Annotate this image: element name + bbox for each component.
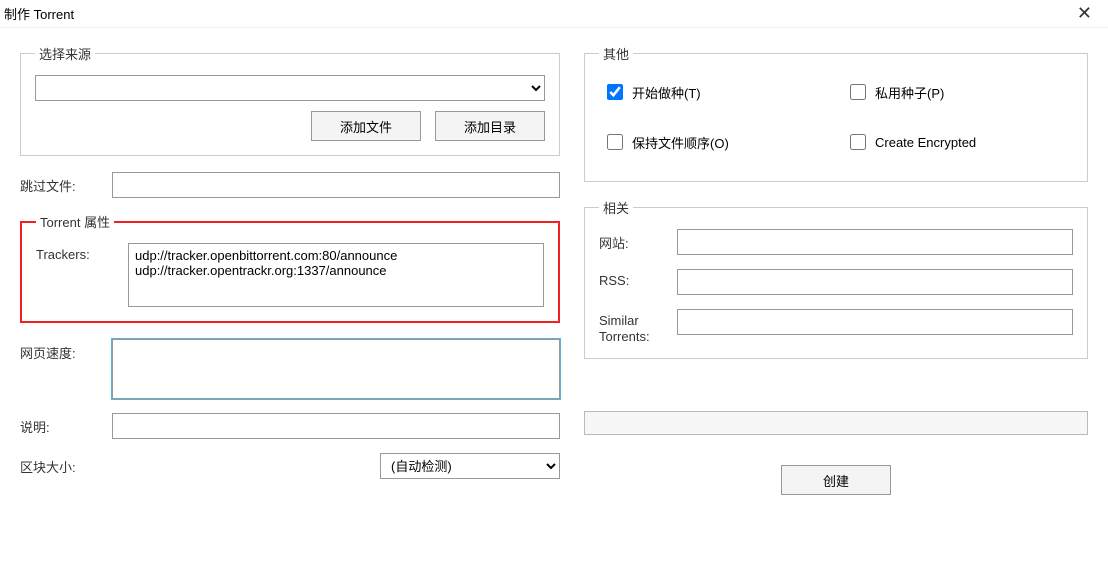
preserve-order-label: 保持文件顺序(O)	[632, 133, 729, 152]
source-legend: 选择来源	[35, 44, 95, 63]
create-encrypted-checkbox-row[interactable]: Create Encrypted	[846, 131, 1069, 153]
rss-label: RSS:	[599, 269, 667, 288]
add-file-button[interactable]: 添加文件	[311, 111, 421, 141]
webspeed-textarea[interactable]	[112, 339, 560, 399]
add-directory-button[interactable]: 添加目录	[435, 111, 545, 141]
start-seeding-label: 开始做种(T)	[632, 83, 701, 102]
create-encrypted-checkbox[interactable]	[850, 134, 866, 150]
related-group: 相关 网站: RSS: Similar Torrents:	[584, 198, 1088, 359]
create-button[interactable]: 创建	[781, 465, 891, 495]
private-checkbox[interactable]	[850, 84, 866, 100]
trackers-textarea[interactable]	[128, 243, 544, 307]
torrent-properties-legend: Torrent 属性	[36, 212, 114, 231]
source-select[interactable]	[35, 75, 545, 101]
source-group: 选择来源 添加文件 添加目录	[20, 44, 560, 156]
preserve-order-checkbox-row[interactable]: 保持文件顺序(O)	[603, 131, 826, 153]
window-title: 制作 Torrent	[4, 4, 74, 23]
website-label: 网站:	[599, 229, 667, 252]
webspeed-label: 网页速度:	[20, 339, 102, 362]
blocksize-select[interactable]: (自动检测)	[380, 453, 560, 479]
preserve-order-checkbox[interactable]	[607, 134, 623, 150]
start-seeding-checkbox-row[interactable]: 开始做种(T)	[603, 81, 826, 103]
related-legend: 相关	[599, 198, 633, 217]
description-input[interactable]	[112, 413, 560, 439]
blocksize-label: 区块大小:	[20, 453, 102, 476]
start-seeding-checkbox[interactable]	[607, 84, 623, 100]
skip-files-input[interactable]	[112, 172, 560, 198]
create-encrypted-label: Create Encrypted	[875, 135, 976, 150]
website-input[interactable]	[677, 229, 1073, 255]
rss-input[interactable]	[677, 269, 1073, 295]
private-checkbox-row[interactable]: 私用种子(P)	[846, 81, 1069, 103]
private-label: 私用种子(P)	[875, 83, 944, 102]
description-label: 说明:	[20, 413, 102, 436]
similar-torrents-input[interactable]	[677, 309, 1073, 335]
similar-torrents-label: Similar Torrents:	[599, 309, 667, 344]
progress-bar	[584, 411, 1088, 435]
torrent-properties-group: Torrent 属性 Trackers:	[20, 212, 560, 323]
close-icon[interactable]: ✕	[1069, 3, 1100, 24]
other-legend: 其他	[599, 44, 633, 63]
skip-files-label: 跳过文件:	[20, 172, 102, 195]
trackers-label: Trackers:	[36, 243, 118, 262]
other-group: 其他 开始做种(T) 私用种子(P) 保持文件顺序(O) Create Encr…	[584, 44, 1088, 182]
